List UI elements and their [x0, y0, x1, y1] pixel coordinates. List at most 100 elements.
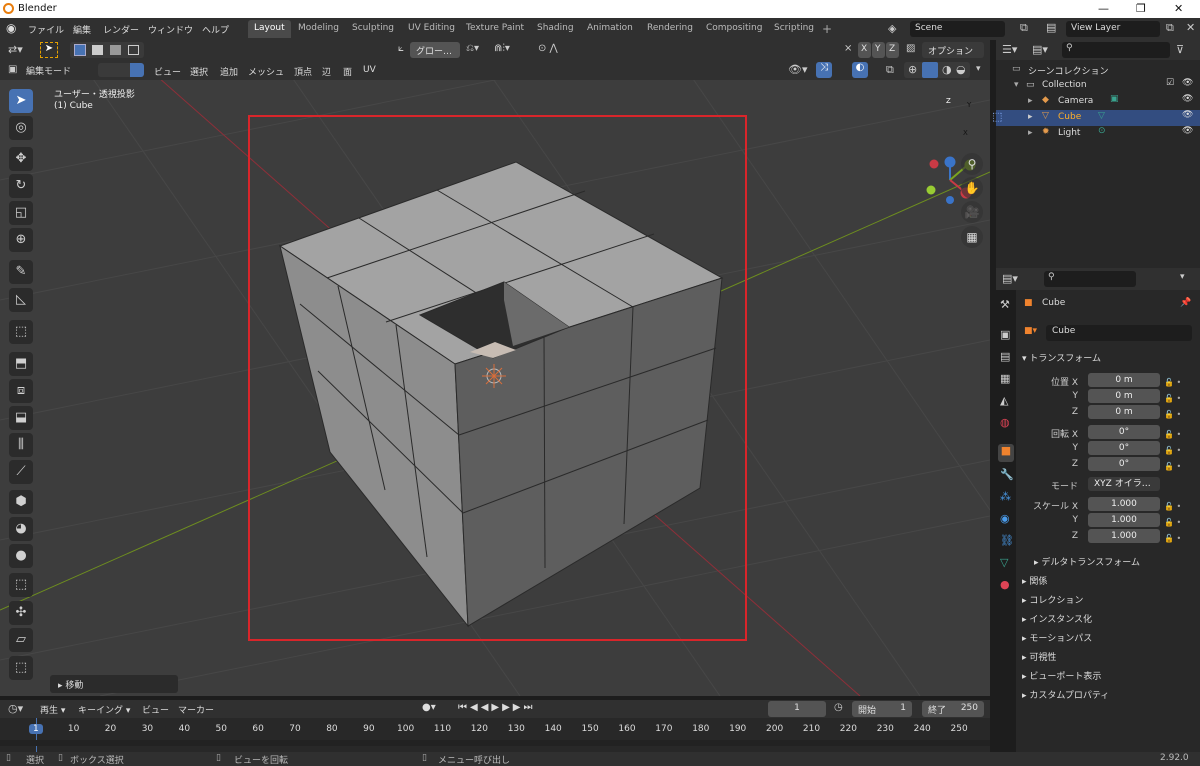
view-layer-icon[interactable]: ▤: [1046, 21, 1056, 34]
end-frame-field[interactable]: 終了 250: [922, 701, 984, 717]
mirror-z-toggle[interactable]: Z: [886, 42, 899, 58]
inset-tool-icon[interactable]: ⧈: [9, 379, 33, 403]
snap-icon[interactable]: ⋒⫶▾: [494, 43, 510, 54]
timeline-editor-icon[interactable]: ◷▾: [8, 702, 23, 715]
menu-uv[interactable]: UV: [363, 65, 376, 75]
shading-options-icon[interactable]: ▾: [976, 64, 981, 74]
custom-properties-panel[interactable]: ▸ カスタムプロパティ: [1022, 688, 1109, 701]
visibility-panel[interactable]: ▸ 可視性: [1022, 650, 1056, 663]
tab-compositing[interactable]: Compositing: [700, 20, 768, 38]
select-new-icon[interactable]: [74, 44, 86, 56]
rendered-shading-icon[interactable]: ◒: [956, 63, 966, 76]
outliner-row-scene-collection[interactable]: ▭ シーンコレクション: [996, 62, 1200, 78]
filter-icon[interactable]: ⊽: [1176, 43, 1184, 56]
playback-controls-icon[interactable]: ⏮◀◀▶▶▶⏭: [458, 702, 535, 713]
bevel-tool-icon[interactable]: ⬓: [9, 406, 33, 430]
view-layer-tab-icon[interactable]: ▦: [1000, 372, 1010, 385]
select-invert-icon[interactable]: [128, 45, 139, 55]
shading-buttons[interactable]: ⊕ ◑ ◒: [904, 62, 970, 78]
move-tool-icon[interactable]: ✥: [9, 147, 33, 171]
tab-rendering[interactable]: Rendering: [641, 20, 699, 38]
rotation-mode-dropdown[interactable]: XYZ オイラ…: [1088, 477, 1160, 491]
menu-file[interactable]: ファイル: [28, 23, 64, 36]
face-select-icon[interactable]: [130, 63, 144, 77]
tab-modeling[interactable]: Modeling: [292, 20, 345, 38]
menu-face[interactable]: 面: [343, 65, 352, 78]
output-tab-icon[interactable]: ▤: [1000, 350, 1010, 363]
select-subtract-icon[interactable]: [110, 45, 121, 55]
object-name-field[interactable]: Cube: [1046, 325, 1192, 341]
delta-transform-panel[interactable]: ▸ デルタトランスフォーム: [1034, 555, 1140, 568]
transform-orientation-icon[interactable]: ⟀: [398, 43, 404, 54]
mirror-y-toggle[interactable]: Y: [872, 42, 885, 58]
rotate-tool-icon[interactable]: ↻: [9, 174, 33, 198]
visibility-icon[interactable]: 👁▾: [788, 63, 808, 76]
outliner-row-cube[interactable]: ▸ ▽ Cube ▽ 👁: [996, 110, 1200, 126]
pin-icon[interactable]: 📌: [1180, 298, 1191, 308]
menu-render[interactable]: レンダー: [103, 23, 139, 36]
menu-playback[interactable]: 再生 ▾: [40, 703, 65, 716]
object-tab-icon[interactable]: ■: [998, 444, 1014, 462]
transform-tool-icon[interactable]: ⊕: [9, 228, 33, 252]
scene-tab-icon[interactable]: ◭: [1000, 394, 1008, 407]
transform-orientation-dropdown[interactable]: グロー…: [410, 42, 460, 58]
start-frame-field[interactable]: 開始 1: [852, 701, 912, 717]
select-mode-buttons[interactable]: [70, 42, 144, 58]
rotation-z-field[interactable]: 0°: [1088, 457, 1160, 471]
scale-z-field[interactable]: 1.000: [1088, 529, 1160, 543]
render-tab-icon[interactable]: ▣: [1000, 328, 1010, 341]
current-frame-field[interactable]: 1: [768, 701, 826, 717]
tab-shading[interactable]: Shading: [531, 20, 580, 38]
location-y-field[interactable]: 0 m: [1088, 389, 1160, 403]
zoom-icon[interactable]: ⚲: [961, 153, 983, 175]
checkbox-icon[interactable]: ☑: [1166, 78, 1174, 88]
tab-texture-paint[interactable]: Texture Paint: [460, 20, 530, 38]
instancing-panel[interactable]: ▸ インスタンス化: [1022, 612, 1092, 625]
restore-icon[interactable]: ❐: [1136, 2, 1146, 15]
outliner[interactable]: ☰▾ ▤▾ ⚲ ⊽ ▭ シーンコレクション ▾ ▭ Collection ☑ 👁…: [992, 40, 1200, 268]
menu-keying[interactable]: キーイング ▾: [78, 703, 130, 716]
tab-layout[interactable]: Layout: [248, 20, 291, 38]
eye-icon[interactable]: 👁: [1182, 126, 1193, 136]
menu-window[interactable]: ウィンドウ: [148, 23, 193, 36]
menu-marker[interactable]: マーカー: [178, 703, 214, 716]
tab-animation[interactable]: Animation: [581, 20, 639, 38]
spin-tool-icon[interactable]: ◕: [9, 517, 33, 541]
menu-mesh[interactable]: メッシュ: [248, 65, 284, 78]
gizmo-toggle-icon[interactable]: ⤨: [816, 62, 832, 78]
properties-editor[interactable]: ▤▾ ⚲ ▾ ⚒ ▣ ▤ ▦ ◭ ◍ ■ 🔧 ⁂ ◉ ⛓ ▽ ● ■ Cube …: [996, 268, 1200, 752]
outliner-row-collection[interactable]: ▾ ▭ Collection ☑ 👁: [996, 78, 1200, 94]
collections-panel[interactable]: ▸ コレクション: [1022, 593, 1083, 606]
auto-merge-icon[interactable]: ▨: [906, 43, 915, 54]
expand-arrow-icon[interactable]: ▾: [1014, 80, 1019, 90]
scene-field[interactable]: Scene: [910, 21, 1005, 37]
edge-slide-tool-icon[interactable]: ⬚: [9, 573, 33, 597]
3d-viewport[interactable]: ユーザー・透視投影 (1) Cube Z Y X ⚲ ✋ 🎥 ▦ ➤ ◎ ✥ ↻…: [0, 60, 990, 696]
properties-options-icon[interactable]: ▾: [1180, 272, 1185, 282]
modifier-tab-icon[interactable]: 🔧: [1000, 468, 1014, 481]
new-scene-icon[interactable]: ⧉: [1020, 21, 1028, 35]
eye-icon[interactable]: 👁: [1182, 94, 1193, 104]
select-extend-icon[interactable]: [92, 45, 103, 55]
expand-arrow-icon[interactable]: ▸: [1028, 128, 1033, 138]
shear-tool-icon[interactable]: ▱: [9, 628, 33, 652]
record-icon[interactable]: ●▾: [422, 702, 436, 713]
timeline-scrollbar[interactable]: [0, 740, 990, 746]
location-z-field[interactable]: 0 m: [1088, 405, 1160, 419]
world-tab-icon[interactable]: ◍: [1000, 416, 1010, 429]
transform-panel-header[interactable]: ▾ トランスフォーム: [1022, 351, 1101, 364]
select-mode-toggle[interactable]: [98, 63, 144, 77]
eye-icon[interactable]: 👁: [1182, 78, 1193, 88]
mode-dropdown[interactable]: 編集モード: [22, 62, 94, 78]
lock-icons[interactable]: 🔓 • 🔓 • 🔓 •: [1164, 375, 1181, 423]
rotation-x-field[interactable]: 0°: [1088, 425, 1160, 439]
proportional-edit-icon[interactable]: ⊙ ⋀: [538, 43, 558, 54]
properties-search-input[interactable]: ⚲: [1044, 271, 1136, 287]
menu-timeline-view[interactable]: ビュー: [142, 703, 169, 716]
perspective-grid-icon[interactable]: ▦: [961, 226, 983, 248]
minimize-icon[interactable]: —: [1098, 2, 1109, 15]
knife-tool-icon[interactable]: ⟋: [9, 460, 33, 484]
pan-hand-icon[interactable]: ✋: [961, 177, 983, 199]
last-operator-panel[interactable]: ▸ 移動: [50, 675, 178, 693]
menu-edge[interactable]: 辺: [322, 65, 331, 78]
